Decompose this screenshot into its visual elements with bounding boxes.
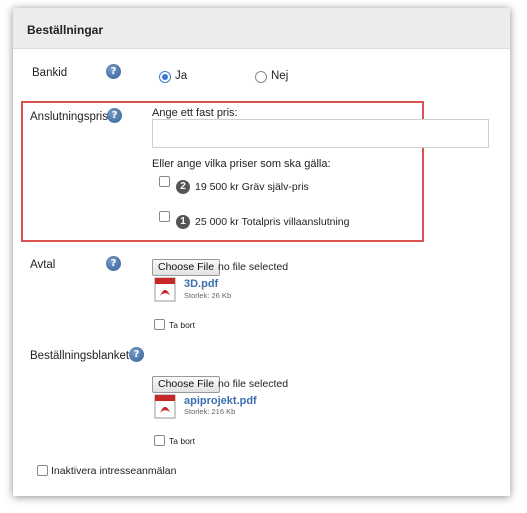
prices-label: Eller ange vilka priser som ska gälla: [152, 158, 331, 170]
bankid-no-radio[interactable] [255, 71, 267, 83]
avtal-file-status: no file selected [218, 261, 289, 273]
avtal-file-size: Storlek: 26 Kb [184, 291, 232, 300]
bankid-yes-radio[interactable] [159, 71, 171, 83]
bestallningsblankett-remove-checkbox[interactable] [154, 435, 165, 446]
avtal-remove-checkbox[interactable] [154, 319, 165, 330]
price-option-checkbox[interactable] [159, 211, 170, 222]
panel-title: Beställningar [27, 23, 104, 37]
avtal-remove-label: Ta bort [169, 320, 195, 330]
anslutningspris-help-icon[interactable]: ? [107, 108, 122, 123]
price-option-badge: 2 [176, 180, 190, 194]
panel-header: Beställningar [13, 8, 510, 49]
bestallningsblankett-remove-label: Ta bort [169, 436, 195, 446]
price-option-label: 19 500 kr Gräv själv-pris [195, 181, 309, 193]
bestallningsblankett-help-icon[interactable]: ? [129, 347, 144, 362]
avtal-choose-file-button[interactable]: Choose File [152, 259, 221, 276]
fixed-price-label: Ange ett fast pris: [152, 107, 238, 119]
pdf-icon [154, 394, 176, 419]
bestallningsblankett-choose-file-button[interactable]: Choose File [152, 376, 221, 393]
avtal-file-link[interactable]: 3D.pdf [184, 278, 218, 290]
price-option-badge: 1 [176, 215, 190, 229]
bestallningsblankett-file-size: Storlek: 216 Kb [184, 407, 236, 416]
avtal-help-icon[interactable]: ? [106, 256, 121, 271]
anslutningspris-label: Anslutningspris [30, 111, 108, 123]
bankid-no-label: Nej [271, 70, 289, 82]
bankid-help-icon[interactable]: ? [106, 64, 121, 79]
avtal-label: Avtal [30, 259, 56, 271]
bestallningsblankett-file-link[interactable]: apiprojekt.pdf [184, 395, 257, 407]
price-option-label: 25 000 kr Totalpris villaanslutning [195, 216, 350, 228]
price-option-checkbox[interactable] [159, 176, 170, 187]
bestallningsblankett-label: Beställningsblankett [30, 350, 133, 362]
inaktivera-checkbox[interactable] [37, 465, 48, 476]
pdf-icon [154, 277, 176, 302]
bankid-label: Bankid [32, 67, 68, 79]
fixed-price-input[interactable] [152, 119, 489, 148]
orders-panel: Beställningar Bankid ? Ja Nej Anslutning… [13, 8, 510, 496]
bankid-yes-label: Ja [175, 70, 188, 82]
inaktivera-label: Inaktivera intresseanmälan [51, 465, 177, 477]
bestallningsblankett-file-status: no file selected [218, 378, 289, 390]
